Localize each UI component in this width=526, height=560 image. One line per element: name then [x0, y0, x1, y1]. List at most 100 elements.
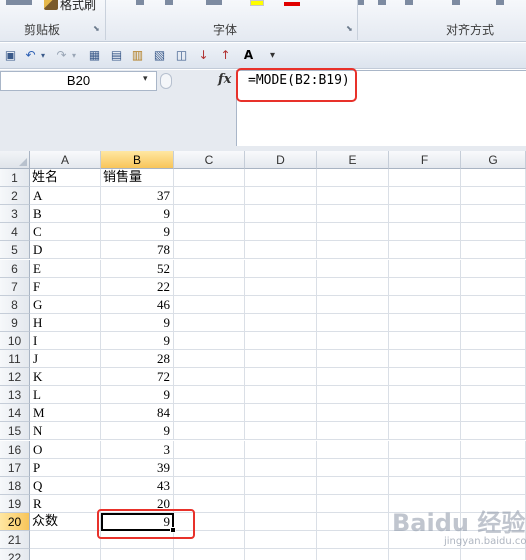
- cell-a14[interactable]: M: [30, 404, 101, 423]
- save-icon[interactable]: ▣: [2, 47, 19, 64]
- row-header[interactable]: 22: [0, 549, 30, 560]
- cell-d11[interactable]: [245, 350, 317, 368]
- print-preview-icon[interactable]: ◫: [173, 47, 190, 64]
- cell-d6[interactable]: [245, 259, 317, 278]
- column-header-a[interactable]: A: [30, 151, 101, 169]
- cell-g9[interactable]: [461, 313, 526, 332]
- align-strip[interactable]: [358, 0, 364, 5]
- cell-f17[interactable]: [389, 458, 461, 477]
- cell-g18[interactable]: [461, 476, 526, 495]
- cell-c11[interactable]: [174, 350, 245, 368]
- cell-g16[interactable]: [461, 440, 526, 459]
- cell-f13[interactable]: [389, 386, 461, 405]
- column-header-c[interactable]: C: [174, 151, 245, 169]
- cell-c12[interactable]: [174, 368, 245, 387]
- cell-c14[interactable]: [174, 404, 245, 423]
- cell-f8[interactable]: [389, 295, 461, 314]
- cell-e17[interactable]: [317, 458, 389, 477]
- cell-a12[interactable]: K: [30, 368, 101, 387]
- cell-d10[interactable]: [245, 331, 317, 350]
- name-box-dropdown-icon[interactable]: ▾: [143, 74, 148, 84]
- redo-dropdown-icon[interactable]: ▾: [69, 47, 79, 64]
- cell-d2[interactable]: [245, 187, 317, 206]
- sort-descending-icon[interactable]: ↑: [217, 47, 234, 64]
- cell-f4[interactable]: [389, 223, 461, 242]
- cell-d22[interactable]: [245, 549, 317, 560]
- cell-e7[interactable]: [317, 277, 389, 296]
- row-header[interactable]: 14: [0, 404, 30, 423]
- cell-c7[interactable]: [174, 277, 245, 296]
- row-header[interactable]: 10: [0, 331, 30, 350]
- row-header[interactable]: 16: [0, 440, 30, 459]
- redo-icon[interactable]: ↷: [53, 47, 70, 64]
- cell-a15[interactable]: N: [30, 422, 101, 441]
- cell-b15[interactable]: 9: [101, 422, 174, 441]
- cell-a9[interactable]: H: [30, 313, 101, 332]
- cell-f22[interactable]: [389, 549, 461, 560]
- undo-dropdown-icon[interactable]: ▾: [38, 47, 48, 64]
- cell-c2[interactable]: [174, 187, 245, 206]
- cell-b12[interactable]: 72: [101, 368, 174, 387]
- cell-c15[interactable]: [174, 422, 245, 441]
- cell-b10[interactable]: 9: [101, 331, 174, 350]
- cell-e19[interactable]: [317, 494, 389, 513]
- row-header[interactable]: 9: [0, 313, 30, 332]
- cell-b1[interactable]: 销售量: [101, 169, 174, 187]
- cell-g17[interactable]: [461, 458, 526, 477]
- row-header[interactable]: 6: [0, 259, 30, 278]
- cell-e12[interactable]: [317, 368, 389, 387]
- print-icon[interactable]: ▧: [151, 47, 168, 64]
- cell-d3[interactable]: [245, 205, 317, 224]
- cell-a6[interactable]: E: [30, 259, 101, 278]
- cell-a8[interactable]: G: [30, 295, 101, 314]
- cell-c17[interactable]: [174, 458, 245, 477]
- cell-g12[interactable]: [461, 368, 526, 387]
- cell-g15[interactable]: [461, 422, 526, 441]
- column-header-g[interactable]: G: [461, 151, 526, 169]
- row-header[interactable]: 2: [0, 187, 30, 206]
- cell-a19[interactable]: R: [30, 494, 101, 513]
- cell-a10[interactable]: I: [30, 331, 101, 350]
- align-strip[interactable]: [405, 0, 413, 5]
- table-icon[interactable]: ▦: [86, 47, 103, 64]
- cell-d14[interactable]: [245, 404, 317, 423]
- cell-a21[interactable]: [30, 531, 101, 549]
- increase-font-icon[interactable]: A: [240, 47, 257, 64]
- cell-b14[interactable]: 84: [101, 404, 174, 423]
- border-button-strip[interactable]: [206, 0, 222, 5]
- cell-f14[interactable]: [389, 404, 461, 423]
- cell-d9[interactable]: [245, 313, 317, 332]
- cell-e10[interactable]: [317, 331, 389, 350]
- cell-c8[interactable]: [174, 295, 245, 314]
- cell-g8[interactable]: [461, 295, 526, 314]
- cell-a2[interactable]: A: [30, 187, 101, 206]
- cell-b5[interactable]: 78: [101, 241, 174, 260]
- row-header[interactable]: 3: [0, 205, 30, 224]
- row-header[interactable]: 18: [0, 476, 30, 495]
- cell-d15[interactable]: [245, 422, 317, 441]
- cell-d18[interactable]: [245, 476, 317, 495]
- clipboard-launcher-icon[interactable]: ⬊: [93, 24, 100, 33]
- cell-d16[interactable]: [245, 440, 317, 459]
- cell-g3[interactable]: [461, 205, 526, 224]
- undo-icon[interactable]: ↶: [22, 47, 39, 64]
- column-header-d[interactable]: D: [245, 151, 317, 169]
- highlight-color-swatch[interactable]: [250, 0, 264, 6]
- cell-c18[interactable]: [174, 476, 245, 495]
- cell-g7[interactable]: [461, 277, 526, 296]
- cell-e15[interactable]: [317, 422, 389, 441]
- cell-f5[interactable]: [389, 241, 461, 260]
- cell-g10[interactable]: [461, 331, 526, 350]
- cell-a3[interactable]: B: [30, 205, 101, 224]
- select-all-corner[interactable]: [0, 151, 30, 169]
- cell-b7[interactable]: 22: [101, 277, 174, 296]
- customize-dropdown-icon[interactable]: ▾: [264, 47, 281, 64]
- cell-c1[interactable]: [174, 169, 245, 187]
- cell-e3[interactable]: [317, 205, 389, 224]
- cell-d5[interactable]: [245, 241, 317, 260]
- cell-e2[interactable]: [317, 187, 389, 206]
- cell-d17[interactable]: [245, 458, 317, 477]
- cell-f15[interactable]: [389, 422, 461, 441]
- cell-g1[interactable]: [461, 169, 526, 187]
- align-strip[interactable]: [378, 0, 386, 5]
